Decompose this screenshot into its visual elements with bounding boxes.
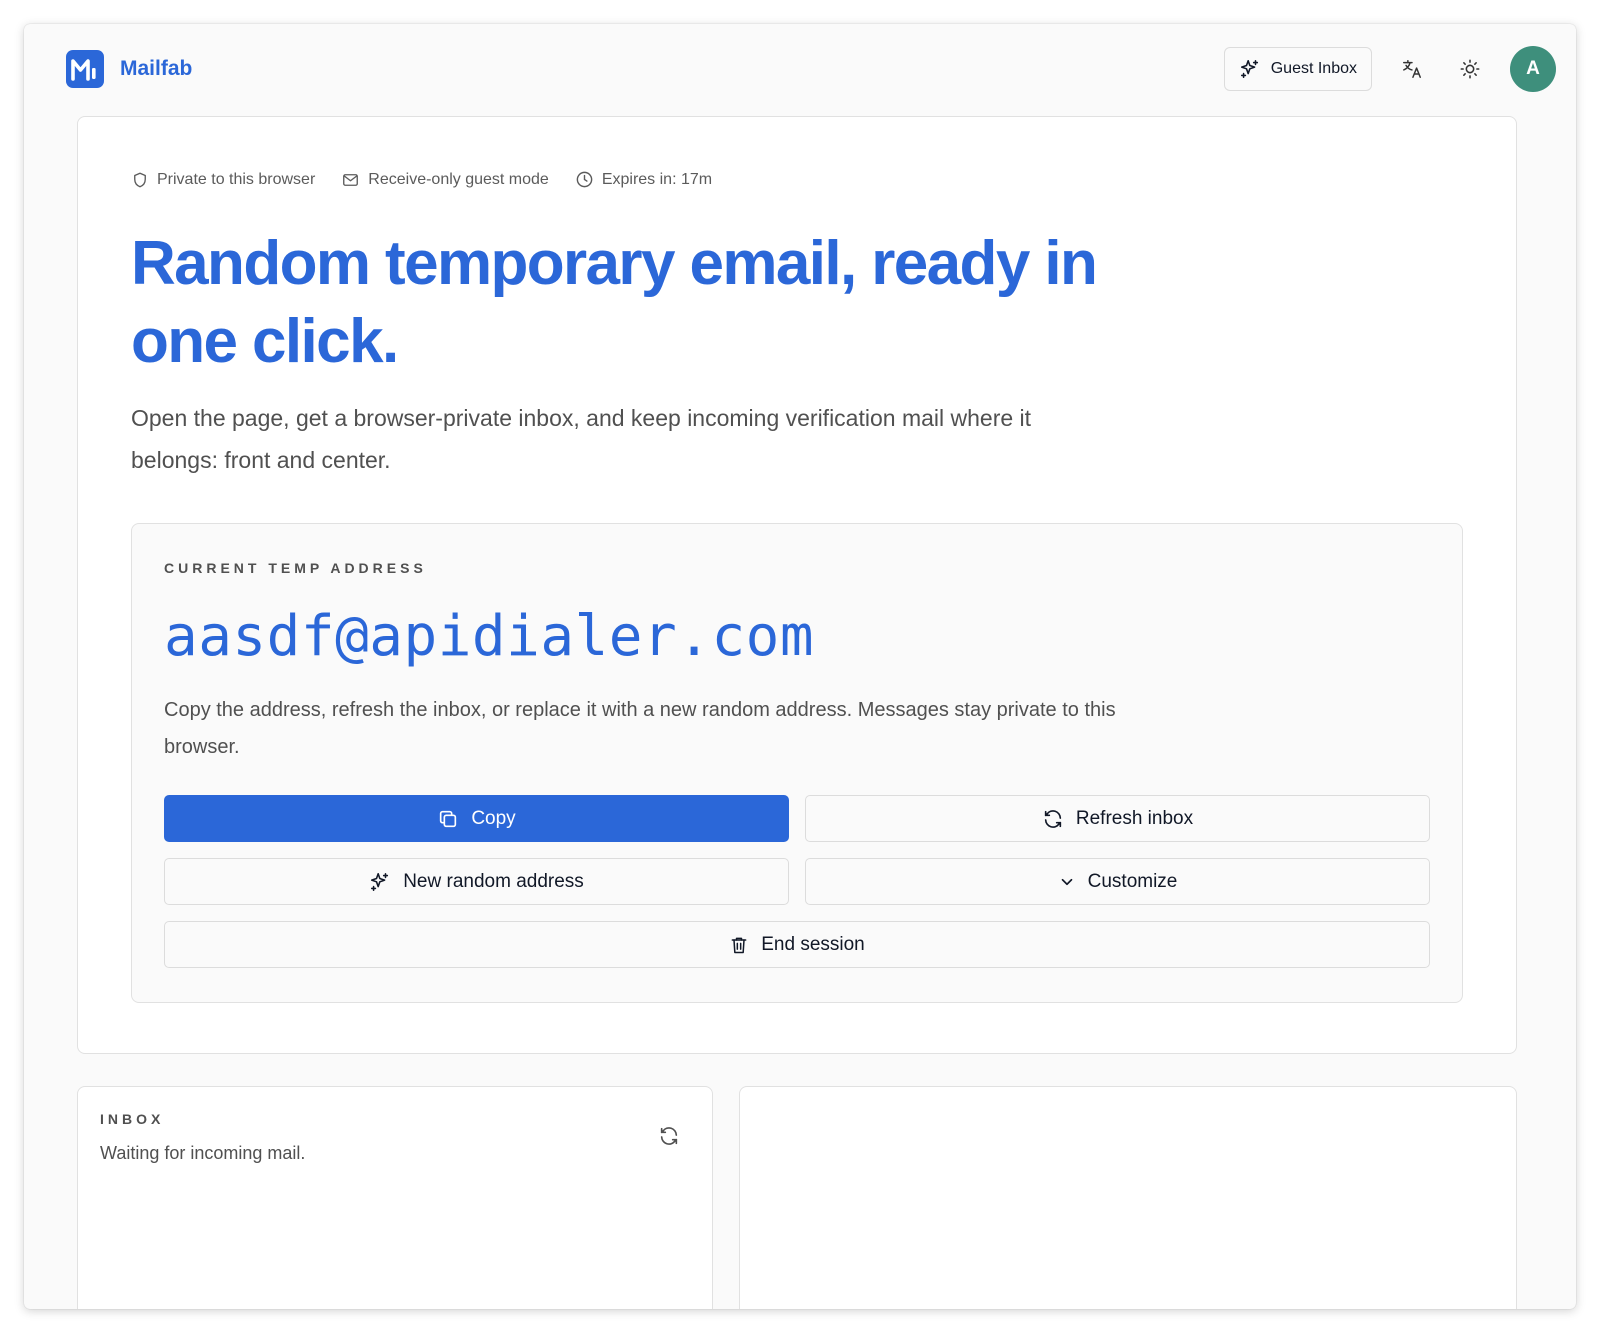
temp-address[interactable]: aasdf@apidialer.com — [164, 604, 814, 669]
guest-inbox-label: Guest Inbox — [1270, 60, 1357, 77]
refresh-icon — [1042, 808, 1064, 830]
customize-label: Customize — [1087, 870, 1178, 892]
inbox-status: Waiting for incoming mail. — [100, 1143, 306, 1163]
meta-private: Private to this browser — [131, 171, 315, 189]
trash-icon — [729, 934, 749, 956]
header-actions: Guest Inbox A — [1223, 46, 1556, 92]
refresh-icon — [658, 1125, 682, 1147]
refresh-inbox-label: Refresh inbox — [1075, 807, 1194, 829]
clock-icon — [575, 170, 594, 189]
inbox-refresh-button[interactable] — [658, 1125, 682, 1149]
copy-icon — [437, 808, 459, 830]
inbox-label: INBOX — [100, 1111, 165, 1127]
top-bar: Mailfab Guest Inbox A — [24, 24, 1576, 118]
mailfab-logo-icon — [66, 50, 104, 88]
theme-toggle-button[interactable] — [1452, 51, 1488, 87]
translate-button[interactable] — [1394, 51, 1430, 87]
hero-card: Private to this browser Receive-only gue… — [77, 116, 1517, 1054]
end-session-button[interactable]: End session — [164, 921, 1430, 968]
meta-private-text: Private to this browser — [157, 170, 316, 188]
avatar[interactable]: A — [1510, 46, 1556, 92]
page-subtitle: Open the page, get a browser-private inb… — [131, 405, 1032, 473]
address-description: Copy the address, refresh the inbox, or … — [164, 699, 1116, 758]
browser-window: Mailfab Guest Inbox A Private to this br… — [24, 24, 1576, 1309]
new-random-address-label: New random address — [403, 870, 584, 892]
address-label: CURRENT TEMP ADDRESS — [164, 560, 427, 576]
meta-mode-text: Receive-only guest mode — [368, 170, 549, 188]
end-session-label: End session — [761, 933, 865, 955]
refresh-inbox-button[interactable]: Refresh inbox — [805, 795, 1430, 842]
page-title: Random temporary email, ready in one cli… — [131, 229, 1098, 376]
customize-button[interactable]: Customize — [805, 858, 1430, 905]
new-random-address-button[interactable]: New random address — [164, 858, 789, 905]
sun-icon — [1459, 58, 1481, 80]
meta-row: Private to this browser Receive-only gue… — [131, 170, 712, 189]
copy-label: Copy — [471, 807, 516, 829]
copy-button[interactable]: Copy — [164, 795, 789, 842]
mail-icon — [341, 171, 360, 189]
meta-expires-text: Expires in: 17m — [601, 170, 713, 188]
meta-expires: Expires in: 17m — [575, 170, 712, 189]
sparkles-icon — [369, 871, 391, 893]
brand-name: Mailfab — [120, 57, 193, 80]
address-card: CURRENT TEMP ADDRESS aasdf@apidialer.com… — [131, 523, 1463, 1003]
inbox-panel: INBOX Waiting for incoming mail. — [77, 1086, 713, 1309]
guest-inbox-button[interactable]: Guest Inbox — [1223, 47, 1372, 91]
shield-icon — [131, 171, 149, 189]
chevron-down-icon — [1058, 873, 1076, 891]
sparkles-icon — [1239, 58, 1261, 80]
meta-mode: Receive-only guest mode — [341, 171, 549, 189]
translate-icon — [1401, 58, 1423, 80]
brand[interactable]: Mailfab — [66, 50, 192, 88]
message-preview-panel — [739, 1086, 1517, 1309]
